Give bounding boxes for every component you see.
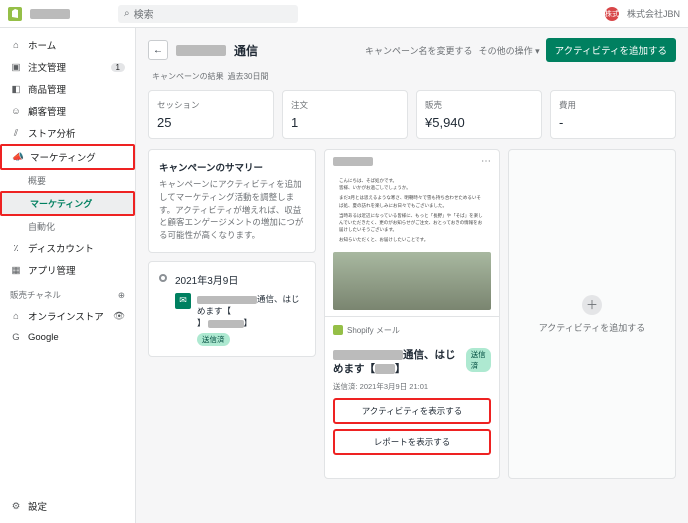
- store-name-redacted: [30, 9, 70, 19]
- envelope-icon: ✉: [175, 293, 191, 309]
- nav-orders[interactable]: ▣ 注文管理 1: [0, 56, 135, 78]
- nav-marketing-overview[interactable]: 概要: [0, 170, 135, 191]
- title-redacted: [176, 45, 226, 56]
- nav-marketing[interactable]: 📣 マーケティング: [0, 144, 135, 170]
- stat-sales[interactable]: 販売¥5,940: [416, 90, 542, 139]
- add-activity-placeholder[interactable]: ＋ アクティビティを追加する: [508, 149, 676, 479]
- sidebar: ⌂ホーム ▣注文管理1 ◧商品管理 ☺顧客管理 ⫽ストア分析 📣マーケティング …: [0, 28, 136, 523]
- nav-customers[interactable]: ☺ 顧客管理: [0, 100, 135, 122]
- analytics-icon: ⫽: [10, 127, 22, 139]
- summary-title: キャンペーンのサマリー: [159, 160, 305, 174]
- nav-discounts[interactable]: ٪ ディスカウント: [0, 237, 135, 259]
- nav-label: アプリ管理: [28, 263, 76, 277]
- marketing-icon: 📣: [12, 151, 24, 163]
- activity-title: 通信、はじめます【】: [333, 348, 466, 377]
- stat-cost[interactable]: 費用-: [550, 90, 676, 139]
- channels-header: 販売チャネル⊕: [0, 281, 135, 305]
- nav-apps[interactable]: ▦ アプリ管理: [0, 259, 135, 281]
- discount-icon: ٪: [10, 242, 22, 254]
- orders-badge: 1: [111, 63, 125, 72]
- nav-label: マーケティング: [30, 197, 92, 210]
- nav-home[interactable]: ⌂ ホーム: [0, 34, 135, 56]
- stat-orders[interactable]: 注文1: [282, 90, 408, 139]
- shopify-email-icon: [333, 325, 343, 335]
- nav-marketing-automation[interactable]: 自動化: [0, 216, 135, 237]
- view-activity-button[interactable]: アクティビティを表示する: [333, 398, 491, 424]
- nav-label: Google: [28, 332, 59, 343]
- nav-online-store[interactable]: ⌂ オンラインストア 👁: [0, 305, 135, 327]
- other-actions[interactable]: その他の操作 ▾: [479, 44, 540, 57]
- apps-icon: ▦: [10, 264, 22, 276]
- timeline-item[interactable]: ✉ 通信、はじめます【 】】 送信済: [175, 293, 305, 346]
- timeline-dot-icon: [159, 274, 167, 282]
- timeline-text: 通信、はじめます【 】】 送信済: [197, 293, 305, 346]
- activity-preview-card: ⋯ こんにちは、そば処かです。 皆様、いかがお過ごしでしょうか。 まだ3月とは思…: [324, 149, 500, 479]
- search-placeholder: 検索: [134, 6, 154, 21]
- nav-label: 設定: [28, 499, 47, 513]
- nav-label: 商品管理: [28, 82, 66, 96]
- nav-label: ディスカウント: [28, 241, 94, 255]
- avatar[interactable]: 株式: [605, 7, 619, 21]
- rename-link[interactable]: キャンペーン名を変更する: [365, 44, 473, 57]
- nav-label: ホーム: [28, 38, 56, 52]
- add-activity-button[interactable]: アクティビティを追加する: [546, 38, 676, 62]
- company-name: 株式会社JBN: [627, 7, 680, 20]
- add-activity-label: アクティビティを追加する: [539, 321, 645, 334]
- timeline-card: 2021年3月9日 ✉ 通信、はじめます【 】】 送信済: [148, 261, 316, 357]
- more-icon[interactable]: ⋯: [481, 156, 491, 167]
- search-input[interactable]: ⌕ 検索: [118, 5, 298, 23]
- email-preview-body: こんにちは、そば処かです。 皆様、いかがお過ごしでしょうか。 まだ3月とは思える…: [325, 173, 499, 252]
- search-icon: ⌕: [124, 8, 130, 19]
- nav-label: マーケティング: [30, 150, 96, 164]
- stat-sessions[interactable]: セッション25: [148, 90, 274, 139]
- products-icon: ◧: [10, 83, 22, 95]
- shopify-logo: [8, 7, 22, 21]
- results-heading: キャンペーンの結果過去30日間: [148, 70, 676, 82]
- add-channel-icon[interactable]: ⊕: [118, 290, 125, 301]
- customers-icon: ☺: [10, 105, 22, 117]
- sent-timestamp: 送信済: 2021年3月9日 21:01: [333, 381, 491, 392]
- nav-products[interactable]: ◧ 商品管理: [0, 78, 135, 100]
- stats-row: セッション25 注文1 販売¥5,940 費用-: [148, 90, 676, 139]
- preview-sender-redacted: [333, 157, 373, 166]
- nav-analytics[interactable]: ⫽ ストア分析: [0, 122, 135, 144]
- eye-icon[interactable]: 👁: [113, 310, 125, 322]
- summary-card: キャンペーンのサマリー キャンペーンにアクティビティを追加してマーケティング活動…: [148, 149, 316, 253]
- sent-tag: 送信済: [466, 348, 491, 372]
- preview-source: Shopify メール: [325, 316, 499, 344]
- store-icon: ⌂: [10, 310, 22, 322]
- nav-label: オンラインストア: [28, 309, 104, 323]
- orders-icon: ▣: [10, 61, 22, 73]
- timeline-date: 2021年3月9日: [175, 272, 305, 287]
- email-preview-image: [333, 252, 491, 310]
- back-button[interactable]: ←: [148, 40, 168, 60]
- nav-label: 自動化: [28, 220, 55, 233]
- nav-label: 顧客管理: [28, 104, 66, 118]
- summary-body: キャンペーンにアクティビティを追加してマーケティング活動を調整します。アクティビ…: [159, 178, 305, 242]
- gear-icon: ⚙: [10, 500, 22, 512]
- nav-google[interactable]: G Google: [0, 327, 135, 347]
- home-icon: ⌂: [10, 39, 22, 51]
- nav-label: ストア分析: [28, 126, 76, 140]
- sent-tag: 送信済: [197, 333, 230, 346]
- view-report-button[interactable]: レポートを表示する: [333, 429, 491, 455]
- page-title: 通信: [234, 42, 258, 59]
- nav-settings[interactable]: ⚙ 設定: [0, 495, 135, 517]
- nav-label: 注文管理: [28, 60, 66, 74]
- nav-label: 概要: [28, 174, 46, 187]
- plus-icon: ＋: [582, 295, 602, 315]
- nav-marketing-campaigns[interactable]: マーケティング: [0, 191, 135, 216]
- google-icon: G: [10, 331, 22, 343]
